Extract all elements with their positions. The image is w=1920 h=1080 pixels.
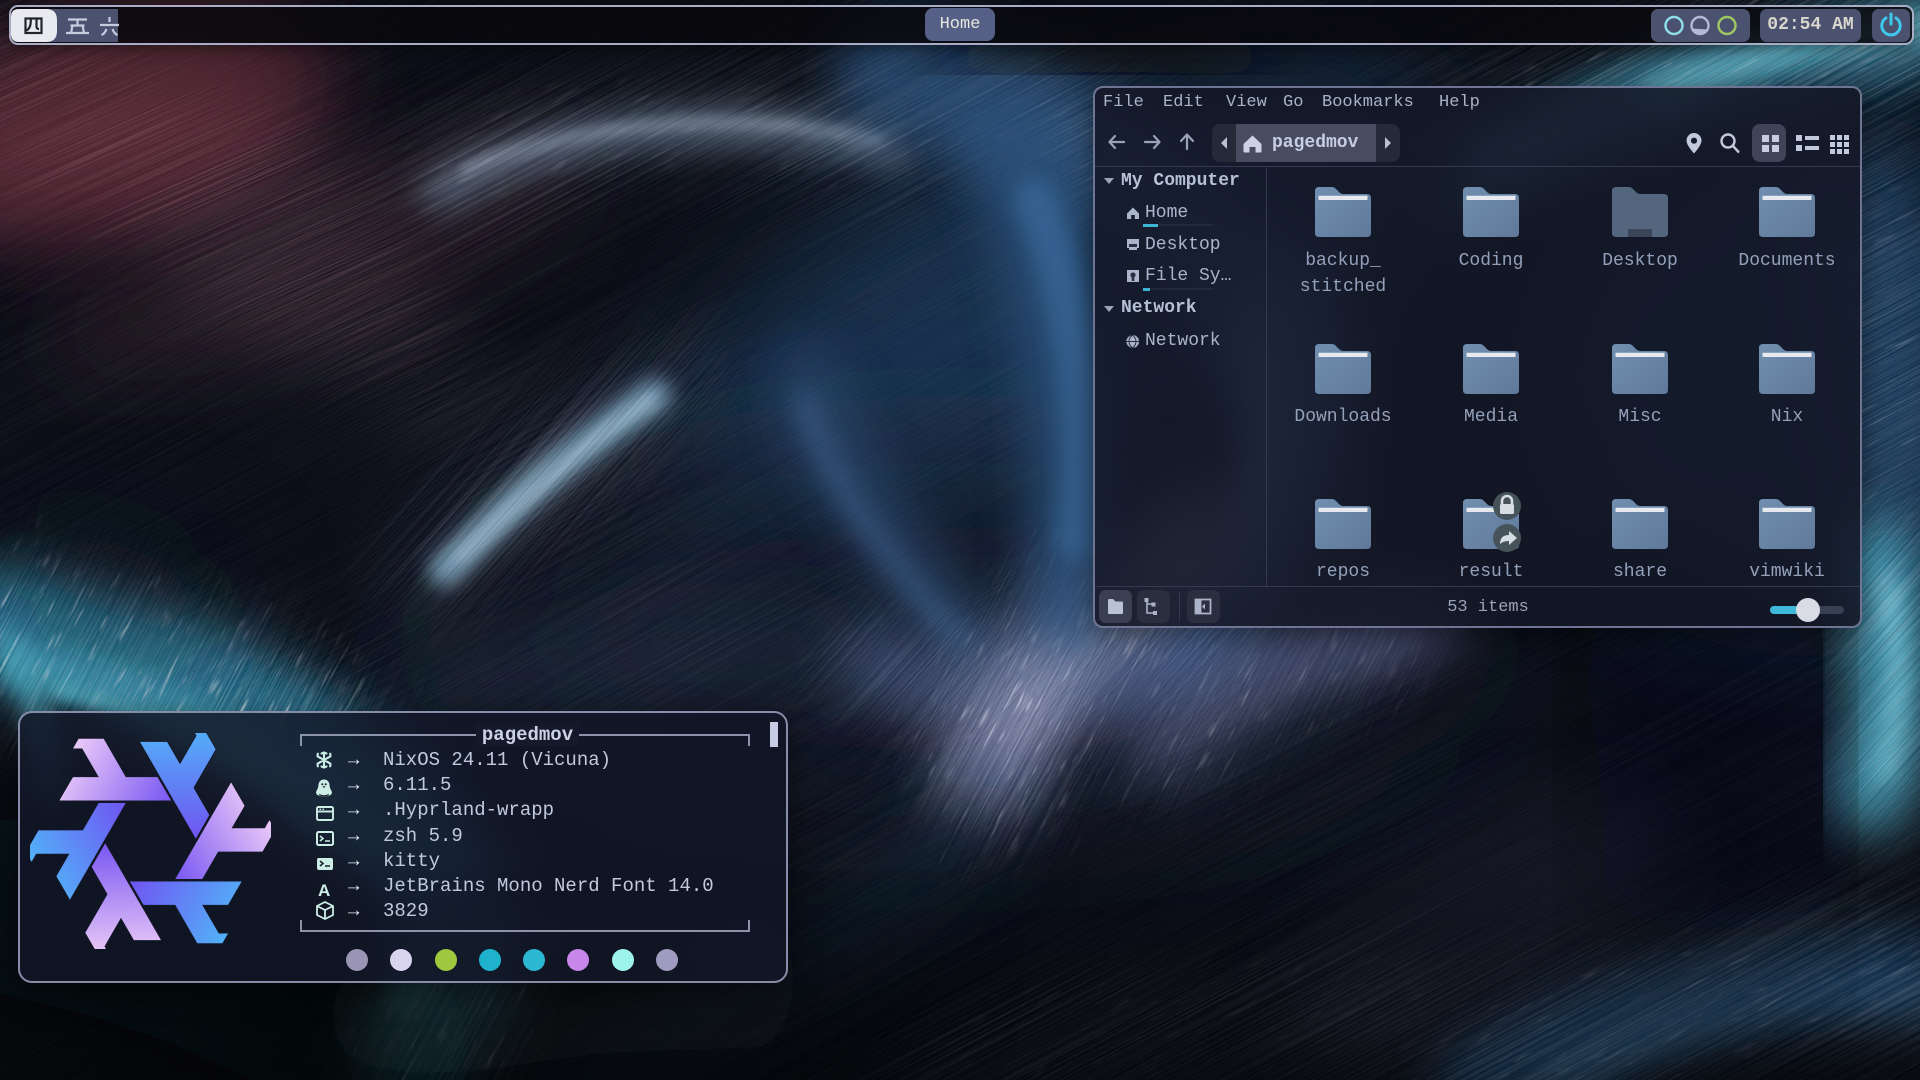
svg-text:A: A [318, 881, 330, 900]
